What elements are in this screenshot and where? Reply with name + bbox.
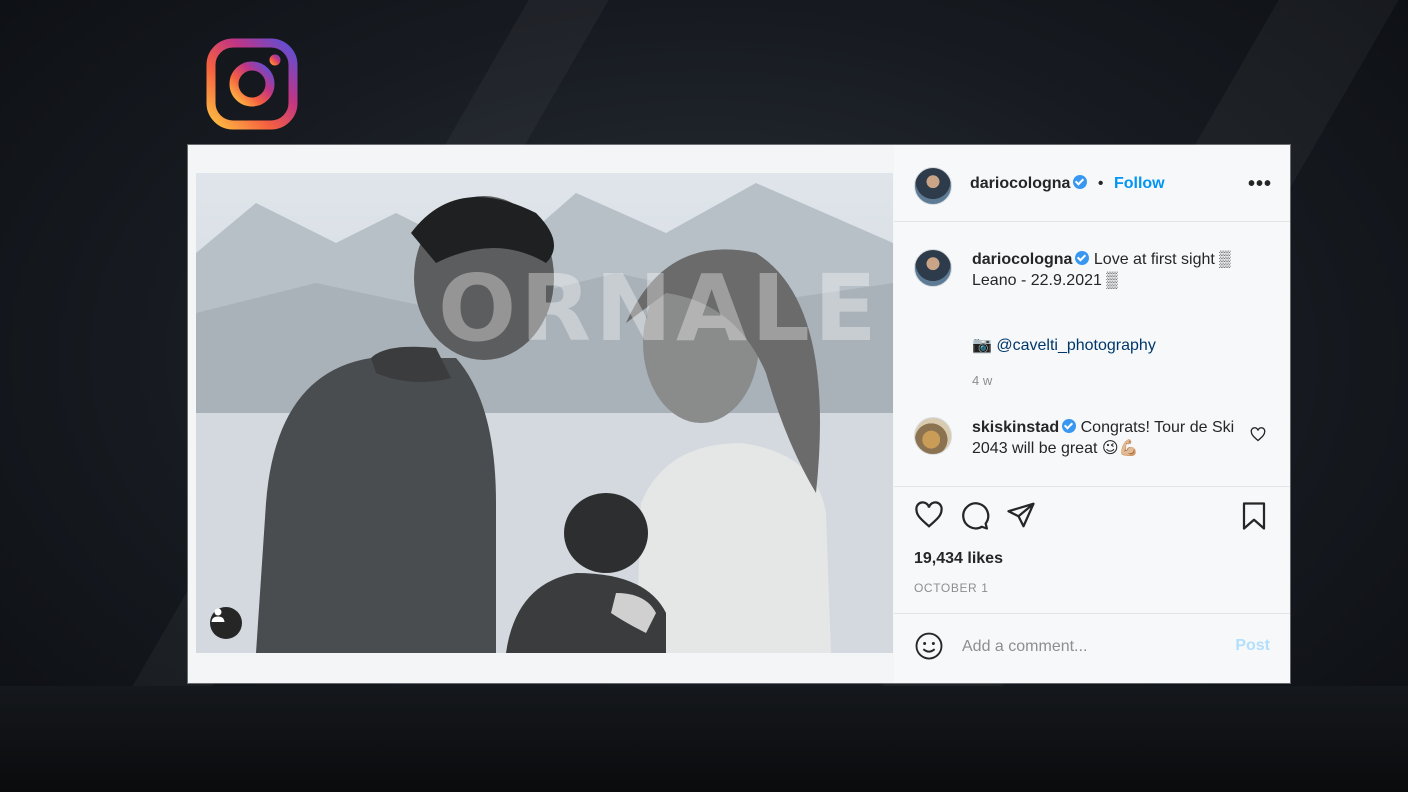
caption-timestamp[interactable]: 4 w [972,373,992,388]
caption-text-block: dariocologna Love at first sight ▒ Leano… [972,249,1272,291]
post-actions [914,501,1270,533]
verified-badge-icon [1075,251,1090,265]
header-line: dariocologna • Follow [970,175,1165,193]
avatar[interactable] [914,167,952,205]
add-comment-bar: Post [914,631,1270,661]
photographer-mention-link[interactable]: 📷 @cavelti_photography [972,335,1156,355]
verified-badge-icon [1073,175,1088,189]
comment-box-divider [894,613,1290,614]
comment-username[interactable]: skiskinstad [972,419,1059,436]
share-button[interactable] [1006,501,1036,534]
actions-divider [894,486,1290,487]
avatar[interactable] [914,417,952,455]
likes-count[interactable]: 19,434 likes [914,550,1003,568]
tagged-users-button[interactable] [210,607,242,639]
save-button[interactable] [1240,501,1268,536]
video-frame: ORNALE dariocologna • Follow ••• darioco… [0,0,1408,792]
header-divider [894,221,1290,222]
comment-icon [962,502,990,530]
avatar[interactable] [914,249,952,287]
comment-button[interactable] [960,501,990,536]
post-header: dariocologna • Follow ••• [914,167,1274,205]
post-photo[interactable] [196,173,893,653]
photo-illustration [196,173,893,653]
paper-plane-icon [1007,502,1035,528]
user-icon [211,608,225,622]
heart-icon [1250,427,1266,442]
like-button[interactable] [914,501,944,534]
comment-input[interactable] [960,633,1214,661]
post-date[interactable]: OCTOBER 1 [914,581,989,595]
emoji-button[interactable] [914,631,944,666]
verified-badge-icon [1062,419,1077,433]
follow-button[interactable]: Follow [1114,175,1165,192]
more-options-button[interactable]: ••• [1248,173,1272,196]
instagram-logo-icon [206,38,298,130]
bookmark-icon [1242,502,1266,530]
post-sidebar: dariocologna • Follow ••• dariocologna L… [894,145,1290,683]
comment-like-button[interactable] [1250,427,1266,447]
smiley-icon [915,632,943,660]
heart-icon [915,501,943,528]
header-separator: • [1097,175,1104,192]
comment-text-block: skiskinstad Congrats! Tour de Ski 2043 w… [972,417,1242,459]
background-band [0,686,1408,792]
caption-username[interactable]: dariocologna [972,251,1072,268]
post-comment-button[interactable]: Post [1235,637,1270,655]
instagram-post-card: ORNALE dariocologna • Follow ••• darioco… [188,145,1290,683]
header-username[interactable]: dariocologna [970,175,1070,192]
